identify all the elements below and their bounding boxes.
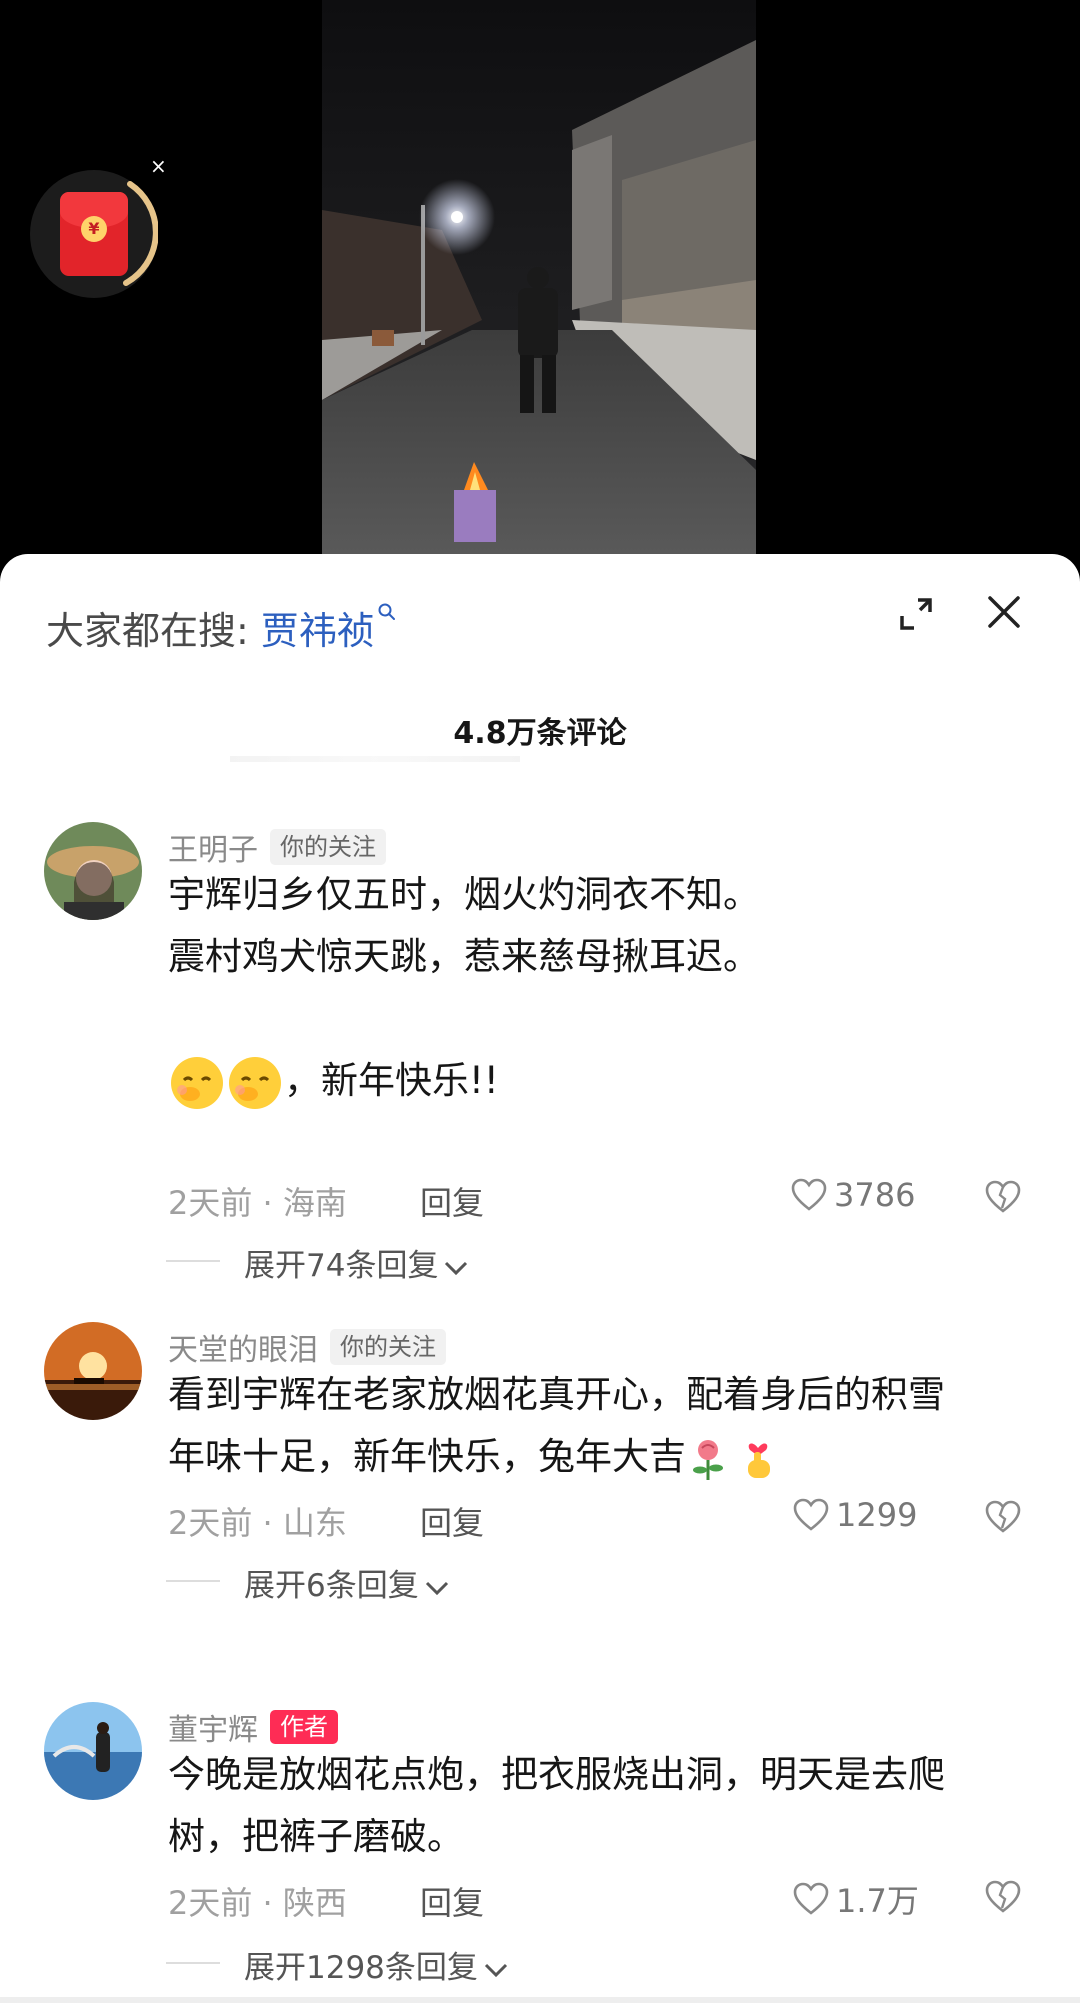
like-count: 1299 (836, 1496, 918, 1534)
search-suggestion[interactable]: 大家都在搜: 贾祎祯 (46, 600, 397, 655)
comment-time-location: 2天前 · 陕西 (168, 1884, 347, 1922)
search-term-link[interactable]: 贾祎祯 (261, 609, 375, 653)
comment-text: 今晚是放烟花点炮，把衣服烧出洞，明天是去爬 树，把裤子磨破。 (168, 1744, 1038, 1868)
expand-replies-button[interactable]: 展开1298条回复 (244, 1942, 510, 1987)
close-icon[interactable] (982, 590, 1026, 634)
comment-time-location: 2天前 · 山东 (168, 1504, 347, 1542)
comment-line: 宇辉归乡仅五时，烟火灼洞衣不知。 (168, 873, 760, 916)
reply-button[interactable]: 回复 (420, 1878, 484, 1924)
close-widget-icon[interactable]: × (150, 156, 167, 176)
comment-username[interactable]: 天堂的眼泪 (168, 1325, 318, 1369)
avatar[interactable] (44, 822, 142, 920)
broken-heart-icon[interactable] (984, 1178, 1022, 1216)
comment-time-location: 2天前 · 海南 (168, 1184, 347, 1222)
comment-line: 年味十足，新年快乐，兔年大吉 (168, 1435, 686, 1478)
video-player[interactable]: ¥ × (0, 0, 1080, 600)
comment-sheet: 大家都在搜: 贾祎祯 4.8万条评论 王明子 你的关注 宇辉归乡仅五时，烟火灼洞… (0, 554, 1080, 2003)
rose-emoji-icon (686, 1436, 730, 1482)
expand-replies-label: 展开6条回复 (244, 1568, 419, 1604)
red-envelope-widget[interactable]: ¥ (30, 170, 158, 298)
fullscreen-icon[interactable] (896, 594, 936, 634)
video-scene-image (322, 0, 756, 560)
expand-replies-button[interactable]: 展开74条回复 (244, 1240, 470, 1285)
heart-icon (793, 1498, 829, 1531)
following-badge: 你的关注 (330, 1329, 446, 1365)
expand-replies-label: 展开74条回复 (244, 1248, 439, 1284)
video-frame[interactable] (322, 0, 756, 560)
like-button[interactable]: 1.7万 (792, 1876, 919, 1922)
broken-heart-icon[interactable] (984, 1498, 1022, 1536)
divider (166, 1260, 220, 1262)
avatar[interactable] (44, 1322, 142, 1420)
comment-line: 看到宇辉在老家放烟花真开心，配着身后的积雪 (168, 1373, 945, 1416)
divider (166, 1962, 220, 1964)
author-badge: 作者 (270, 1710, 338, 1744)
comment-line: 树，把裤子磨破。 (168, 1815, 464, 1858)
like-count: 1.7万 (836, 1882, 919, 1920)
comment-text: 宇辉归乡仅五时，烟火灼洞衣不知。 震村鸡犬惊天跳，惹来慈母揪耳迟。 ，新年快乐!… (168, 864, 1038, 1112)
coin-icon: ¥ (81, 216, 107, 242)
like-button[interactable]: 3786 (790, 1176, 915, 1214)
comment-line: 震村鸡犬惊天跳，惹来慈母揪耳迟。 (168, 935, 760, 978)
reply-button[interactable]: 回复 (420, 1498, 484, 1544)
comment-count: 4.8万条评论 (453, 716, 627, 751)
red-envelope-icon: ¥ (60, 192, 128, 276)
following-badge: 你的关注 (270, 829, 386, 865)
search-icon (378, 603, 395, 620)
broken-heart-icon[interactable] (984, 1878, 1022, 1916)
avatar[interactable] (44, 1702, 142, 1800)
chevron-down-icon (445, 1261, 468, 1275)
heart-icon (791, 1178, 827, 1211)
faded-text-remnant (230, 756, 520, 762)
comment-text: 看到宇辉在老家放烟花真开心，配着身后的积雪 年味十足，新年快乐，兔年大吉 (168, 1364, 1038, 1488)
like-button[interactable]: 1299 (792, 1496, 917, 1534)
blush-emoji-icon (168, 1054, 226, 1112)
expand-replies-button[interactable]: 展开6条回复 (244, 1560, 451, 1605)
chevron-down-icon (484, 1963, 507, 1977)
blush-emoji-icon (226, 1054, 284, 1112)
comment-username[interactable]: 王明子 (168, 825, 258, 869)
reply-button[interactable]: 回复 (420, 1178, 484, 1224)
comment-username[interactable]: 董宇辉 (168, 1705, 258, 1749)
expand-replies-label: 展开1298条回复 (244, 1950, 478, 1986)
search-prefix: 大家都在搜: (46, 609, 261, 653)
comment-line: ，新年快乐!! (284, 1059, 499, 1102)
finger-heart-emoji-icon (736, 1436, 780, 1482)
like-count: 3786 (834, 1176, 916, 1214)
heart-icon (793, 1882, 829, 1915)
bottom-edge (0, 1997, 1080, 2003)
divider (166, 1580, 220, 1582)
chevron-down-icon (425, 1581, 448, 1595)
comment-line: 今晚是放烟花点炮，把衣服烧出洞，明天是去爬 (168, 1753, 945, 1796)
